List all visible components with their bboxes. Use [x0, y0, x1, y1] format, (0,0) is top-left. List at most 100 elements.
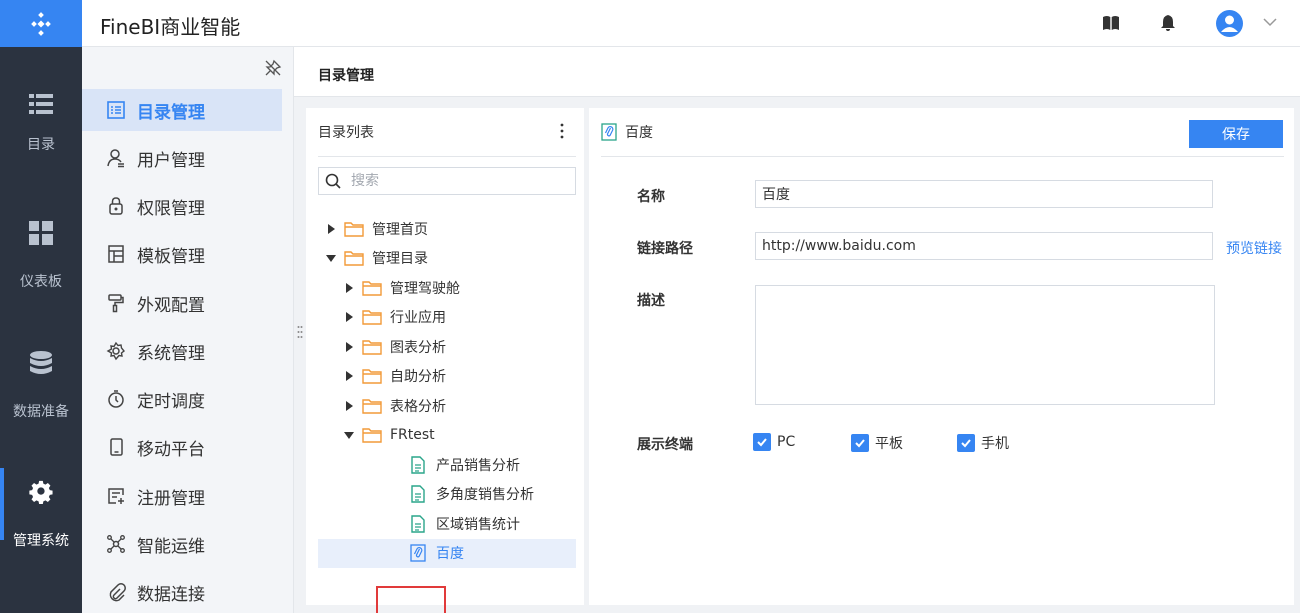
page-title: 目录管理 — [318, 68, 374, 84]
caret-right-icon[interactable] — [344, 371, 354, 381]
folder-icon — [344, 221, 364, 237]
gear-icon — [29, 480, 53, 504]
tree-node-label: 管理驾驶舱 — [390, 280, 460, 297]
checkbox-label: 手机 — [981, 436, 1009, 452]
checkbox-checked-icon[interactable] — [851, 434, 869, 452]
folder-icon — [362, 280, 382, 296]
sidebar-item-label: 模板管理 — [137, 246, 205, 267]
lock-icon — [109, 197, 123, 215]
detail-title: 百度 — [625, 125, 653, 141]
sidebar-item-appearance[interactable]: 外观配置 — [82, 282, 282, 324]
sidebar-item-ops[interactable]: 智能运维 — [82, 523, 282, 565]
rail-item-dashboard[interactable]: 仪表板 — [0, 221, 82, 321]
tree-node-label: 管理目录 — [372, 251, 428, 267]
rail-item-admin[interactable]: 管理系统 — [0, 468, 82, 580]
document-icon — [411, 514, 425, 533]
link-icon — [601, 123, 617, 141]
unpin-icon[interactable] — [264, 59, 282, 77]
bell-icon[interactable] — [1159, 14, 1177, 32]
checkbox-checked-icon[interactable] — [753, 433, 771, 451]
rail-item-label: 数据准备 — [13, 404, 69, 420]
tree-search[interactable] — [318, 167, 576, 195]
tree-node[interactable]: 表格分析 — [318, 391, 576, 420]
resize-handle-left[interactable] — [297, 325, 303, 339]
tree-node[interactable]: FRtest — [318, 421, 576, 450]
tree-node[interactable]: 管理目录 — [318, 244, 576, 273]
description-textarea[interactable] — [755, 285, 1215, 405]
rail-item-data-prep[interactable]: 数据准备 — [0, 351, 82, 451]
sidebar-item-templates[interactable]: 模板管理 — [82, 233, 282, 275]
timer-icon — [108, 390, 124, 408]
sidebar-item-data-connection[interactable]: 数据连接 — [82, 571, 282, 613]
caret-right-icon[interactable] — [344, 312, 354, 322]
checkbox-tablet[interactable]: 平板 — [851, 433, 903, 453]
rail-item-label: 目录 — [27, 137, 55, 153]
highlight-box — [376, 586, 446, 613]
sidebar-item-registration[interactable]: 注册管理 — [82, 475, 282, 517]
tree-node[interactable]: 图表分析 — [318, 332, 576, 361]
sidebar-item-schedule[interactable]: 定时调度 — [82, 378, 282, 420]
document-icon — [411, 455, 425, 474]
sidebar-item-label: 权限管理 — [137, 198, 205, 219]
detail-header: 百度 — [601, 122, 653, 142]
checkbox-pc[interactable]: PC — [753, 433, 795, 451]
chevron-down-icon[interactable] — [1262, 16, 1278, 28]
book-icon[interactable] — [1102, 14, 1120, 32]
tree-node[interactable]: 管理首页 — [318, 214, 576, 243]
tree-node-label: FRtest — [390, 427, 435, 443]
sidebar-item-catalog[interactable]: 目录管理 — [82, 89, 282, 131]
mobile-icon — [110, 438, 123, 456]
sidebar-item-mobile[interactable]: 移动平台 — [82, 426, 282, 468]
sidebar-item-permissions[interactable]: 权限管理 — [82, 185, 282, 227]
database-icon — [30, 351, 52, 374]
catalog-tree-panel: 目录列表 管理首页管理目录管理驾驶舱行业应用图表分析自助分析表格分析 FRtest… — [306, 108, 584, 613]
link-icon — [410, 544, 426, 562]
tree-node[interactable]: 百度 — [318, 538, 576, 568]
tree-node-label: 表格分析 — [390, 398, 446, 415]
caret-down-icon[interactable] — [344, 430, 354, 440]
tree-node[interactable]: 多角度销售分析 — [318, 480, 576, 509]
search-input[interactable] — [351, 171, 571, 191]
folder-icon — [362, 369, 382, 384]
divider — [601, 156, 1284, 157]
name-label: 名称 — [637, 189, 665, 205]
more-vertical-icon[interactable] — [556, 122, 568, 140]
list-icon — [29, 94, 53, 114]
avatar[interactable] — [1216, 10, 1243, 37]
tree-node[interactable]: 管理驾驶舱 — [318, 273, 576, 302]
rail-item-catalog[interactable]: 目录 — [0, 92, 82, 192]
sidebar-item-users[interactable]: 用户管理 — [82, 137, 282, 179]
caret-down-icon[interactable] — [326, 253, 336, 263]
folder-icon — [362, 428, 382, 443]
preview-link[interactable]: 预览链接 — [1226, 238, 1282, 258]
link-path-input[interactable] — [755, 232, 1213, 260]
path-label: 链接路径 — [637, 241, 693, 257]
paint-roller-icon — [108, 294, 124, 313]
save-button[interactable]: 保存 — [1189, 120, 1283, 148]
document-icon — [411, 485, 425, 503]
checkbox-phone[interactable]: 手机 — [957, 433, 1009, 453]
sidebar-item-label: 定时调度 — [137, 391, 205, 412]
folder-icon — [362, 310, 382, 325]
caret-right-icon[interactable] — [326, 223, 336, 234]
name-input[interactable] — [755, 180, 1213, 208]
paperclip-icon — [109, 583, 126, 602]
tree-node-label: 管理首页 — [372, 221, 428, 238]
sidebar-item-system[interactable]: 系统管理 — [82, 330, 282, 372]
terminal-label: 展示终端 — [637, 437, 693, 453]
caret-right-icon[interactable] — [344, 341, 354, 352]
tree-node[interactable]: 区域销售统计 — [318, 509, 576, 538]
logo[interactable] — [0, 0, 82, 47]
dashboard-icon — [29, 221, 53, 245]
register-icon — [108, 488, 124, 504]
tree-node-label: 自助分析 — [390, 369, 446, 385]
caret-right-icon[interactable] — [344, 400, 354, 411]
tree-node[interactable]: 行业应用 — [318, 303, 576, 332]
checkbox-checked-icon[interactable] — [957, 434, 975, 452]
caret-right-icon[interactable] — [344, 282, 354, 293]
tree-node[interactable]: 自助分析 — [318, 362, 576, 391]
rail-item-label: 管理系统 — [13, 533, 69, 549]
sidebar-item-label: 用户管理 — [137, 150, 205, 171]
catalog-icon — [107, 101, 125, 119]
tree-node[interactable]: 产品销售分析 — [318, 450, 576, 479]
